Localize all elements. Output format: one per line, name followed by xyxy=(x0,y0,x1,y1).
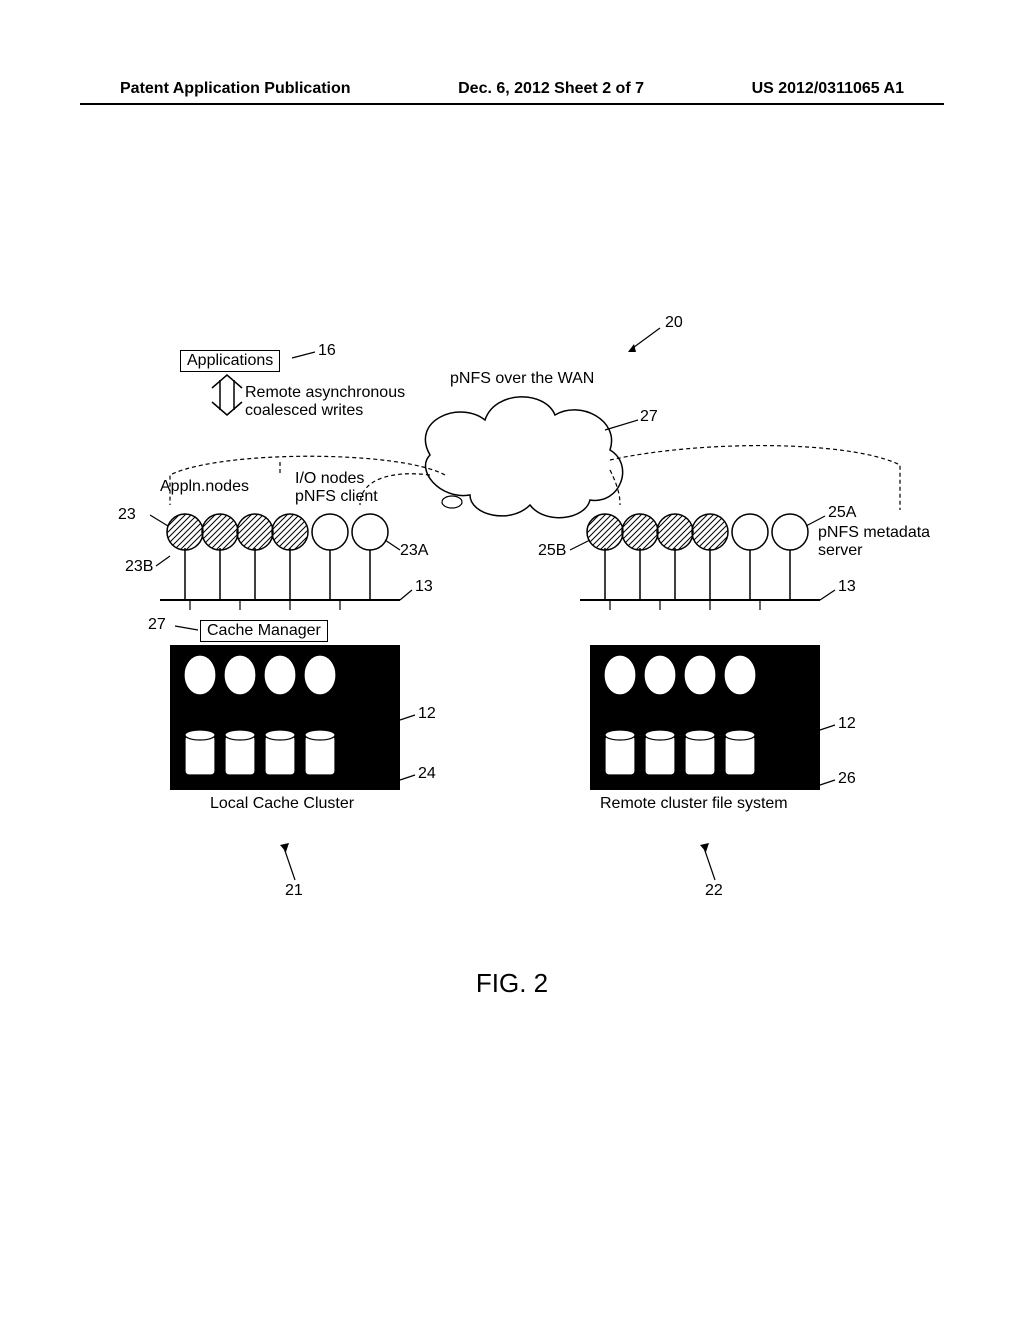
ref-12-right: 12 xyxy=(838,715,856,733)
disk-icon xyxy=(605,730,635,775)
ref-23B: 23B xyxy=(125,558,153,576)
ref-27-cloud: 27 xyxy=(640,408,658,426)
double-arrow-icon xyxy=(212,375,242,415)
pnfs-wan-label: pNFS over the WAN xyxy=(450,370,594,388)
ref-25A: 25A xyxy=(828,504,856,522)
ref-21: 21 xyxy=(285,882,303,900)
header-rule xyxy=(80,103,944,105)
io-nodes-line2: pNFS client xyxy=(295,488,378,506)
cache-manager-label: Cache Manager xyxy=(207,622,321,639)
disk-icon xyxy=(725,730,755,775)
pnfs-meta-line1: pNFS metadata xyxy=(818,524,930,542)
header-left: Patent Application Publication xyxy=(120,80,351,98)
ref-13-right: 13 xyxy=(838,578,856,596)
header-right: US 2012/0311065 A1 xyxy=(752,80,904,98)
io-nodes-line1: I/O nodes xyxy=(295,470,364,488)
disk-icon xyxy=(305,730,335,775)
ref-23A: 23A xyxy=(400,542,428,560)
ref-16: 16 xyxy=(318,342,336,360)
disk-icon xyxy=(685,730,715,775)
ref-20: 20 xyxy=(665,314,683,332)
ref-26: 26 xyxy=(838,770,856,788)
header-center: Dec. 6, 2012 Sheet 2 of 7 xyxy=(458,80,644,98)
applications-label: Applications xyxy=(187,352,273,369)
page-header: Patent Application Publication Dec. 6, 2… xyxy=(0,80,1024,98)
figure-2-diagram: Applications 16 Remote asynchronous coal… xyxy=(100,300,920,940)
remote-async-line1: Remote asynchronous xyxy=(245,384,405,402)
ref-23: 23 xyxy=(118,506,136,524)
ref-12-left: 12 xyxy=(418,705,436,723)
appln-nodes-label: Appln.nodes xyxy=(160,478,249,496)
disk-icon xyxy=(265,730,295,775)
remote-fs-label: Remote cluster file system xyxy=(600,795,788,813)
pnfs-meta-line2: server xyxy=(818,542,862,560)
ref-22: 22 xyxy=(705,882,723,900)
ref-25B: 25B xyxy=(538,542,566,560)
disk-icon xyxy=(225,730,255,775)
patent-page: Patent Application Publication Dec. 6, 2… xyxy=(0,0,1024,1320)
applications-box: Applications xyxy=(180,350,280,372)
local-cache-label: Local Cache Cluster xyxy=(210,795,354,813)
figure-label: FIG. 2 xyxy=(0,968,1024,999)
cache-manager-box: Cache Manager xyxy=(200,620,328,642)
ref-27-cache: 27 xyxy=(148,616,166,634)
remote-async-line2: coalesced writes xyxy=(245,402,363,420)
ref-13-left: 13 xyxy=(415,578,433,596)
disk-icon xyxy=(645,730,675,775)
disk-icon xyxy=(185,730,215,775)
ref-24: 24 xyxy=(418,765,436,783)
